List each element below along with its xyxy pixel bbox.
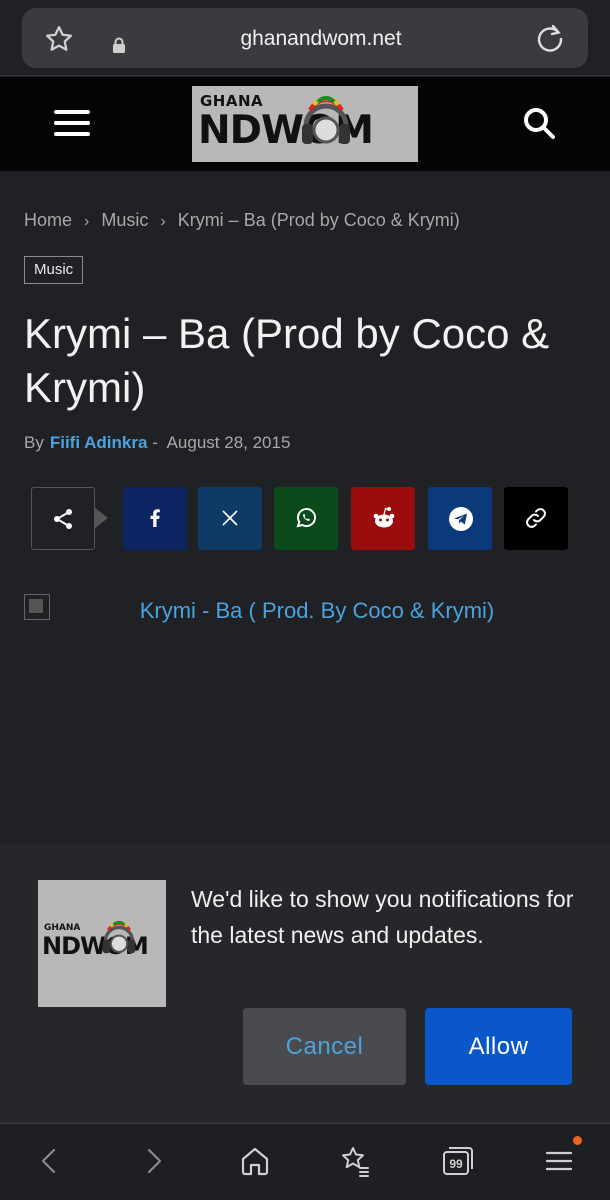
article-image: Krymi - Ba ( Prod. By Coco & Krymi) xyxy=(24,594,594,624)
image-alt-text: Krymi - Ba ( Prod. By Coco & Krymi) xyxy=(139,598,495,623)
prompt-message: We'd like to show you notifications for … xyxy=(191,886,574,948)
back-icon[interactable] xyxy=(33,1144,67,1178)
share-facebook-button[interactable] xyxy=(123,487,187,550)
post-date: August 28, 2015 xyxy=(166,433,291,452)
browser-bottom-nav: 99 xyxy=(0,1123,610,1200)
home-icon[interactable] xyxy=(238,1144,272,1178)
author-link[interactable]: Fiifi Adinkra xyxy=(50,433,148,452)
site-logo[interactable]: GHANA NDWOM xyxy=(192,86,418,162)
breadcrumb: Home › Music › Krymi – Ba (Prod by Coco & Kr… xyxy=(24,210,460,231)
menu-icon[interactable] xyxy=(542,1144,576,1178)
allow-button[interactable]: Allow xyxy=(425,1008,572,1085)
menu-icon[interactable] xyxy=(54,110,90,138)
reddit-icon xyxy=(373,507,395,528)
share-reddit-button[interactable] xyxy=(351,487,415,550)
share-toggle-button[interactable] xyxy=(31,487,95,550)
headphones-icon xyxy=(302,96,350,144)
breadcrumb-current: Krymi – Ba (Prod by Coco & Krymi) xyxy=(177,210,460,230)
breadcrumb-separator: › xyxy=(160,213,166,230)
prompt-logo: GHANA NDWOM xyxy=(38,880,166,1007)
article-content: Home › Music › Krymi – Ba (Prod by Coco & Kr… xyxy=(0,171,610,843)
share-arrow xyxy=(94,507,108,529)
search-icon[interactable] xyxy=(522,106,556,140)
tabs-count: 99 xyxy=(449,1157,463,1171)
breadcrumb-separator: › xyxy=(84,213,90,230)
headphones-icon xyxy=(102,920,136,954)
reload-icon[interactable] xyxy=(534,22,566,54)
share-telegram-button[interactable] xyxy=(428,487,492,550)
telegram-icon xyxy=(449,507,473,531)
link-icon xyxy=(526,508,546,528)
browser-toolbar: ghanandwom.net xyxy=(0,0,610,76)
by-label: By xyxy=(24,433,44,452)
share-icon xyxy=(54,509,72,529)
breadcrumb-home[interactable]: Home xyxy=(24,210,72,230)
cancel-button[interactable]: Cancel xyxy=(243,1008,406,1085)
forward-icon[interactable] xyxy=(136,1144,170,1178)
share-x-button[interactable] xyxy=(198,487,262,550)
category-tag[interactable]: Music xyxy=(24,256,84,284)
facebook-icon xyxy=(150,509,160,527)
date-separator: - xyxy=(152,433,158,452)
share-whatsapp-button[interactable] xyxy=(274,487,338,550)
share-bar xyxy=(31,487,591,550)
address-bar[interactable]: ghanandwom.net xyxy=(22,8,588,68)
byline: By Fiifi Adinkra - August 28, 2015 xyxy=(24,433,290,453)
site-header: GHANA NDWOM xyxy=(0,77,610,171)
tabs-button[interactable]: 99 xyxy=(441,1144,475,1178)
x-icon xyxy=(222,510,238,526)
whatsapp-icon xyxy=(296,508,316,528)
url-text[interactable]: ghanandwom.net xyxy=(22,27,610,51)
article-title: Krymi – Ba (Prod by Coco & Krymi) xyxy=(24,310,550,411)
menu-badge xyxy=(573,1136,582,1145)
share-copy-link-button[interactable] xyxy=(504,487,568,550)
notification-prompt: GHANA NDWOM We'd like to show you notifi… xyxy=(0,843,610,1123)
breadcrumb-music[interactable]: Music xyxy=(101,210,148,230)
bookmarks-icon[interactable] xyxy=(338,1144,372,1178)
